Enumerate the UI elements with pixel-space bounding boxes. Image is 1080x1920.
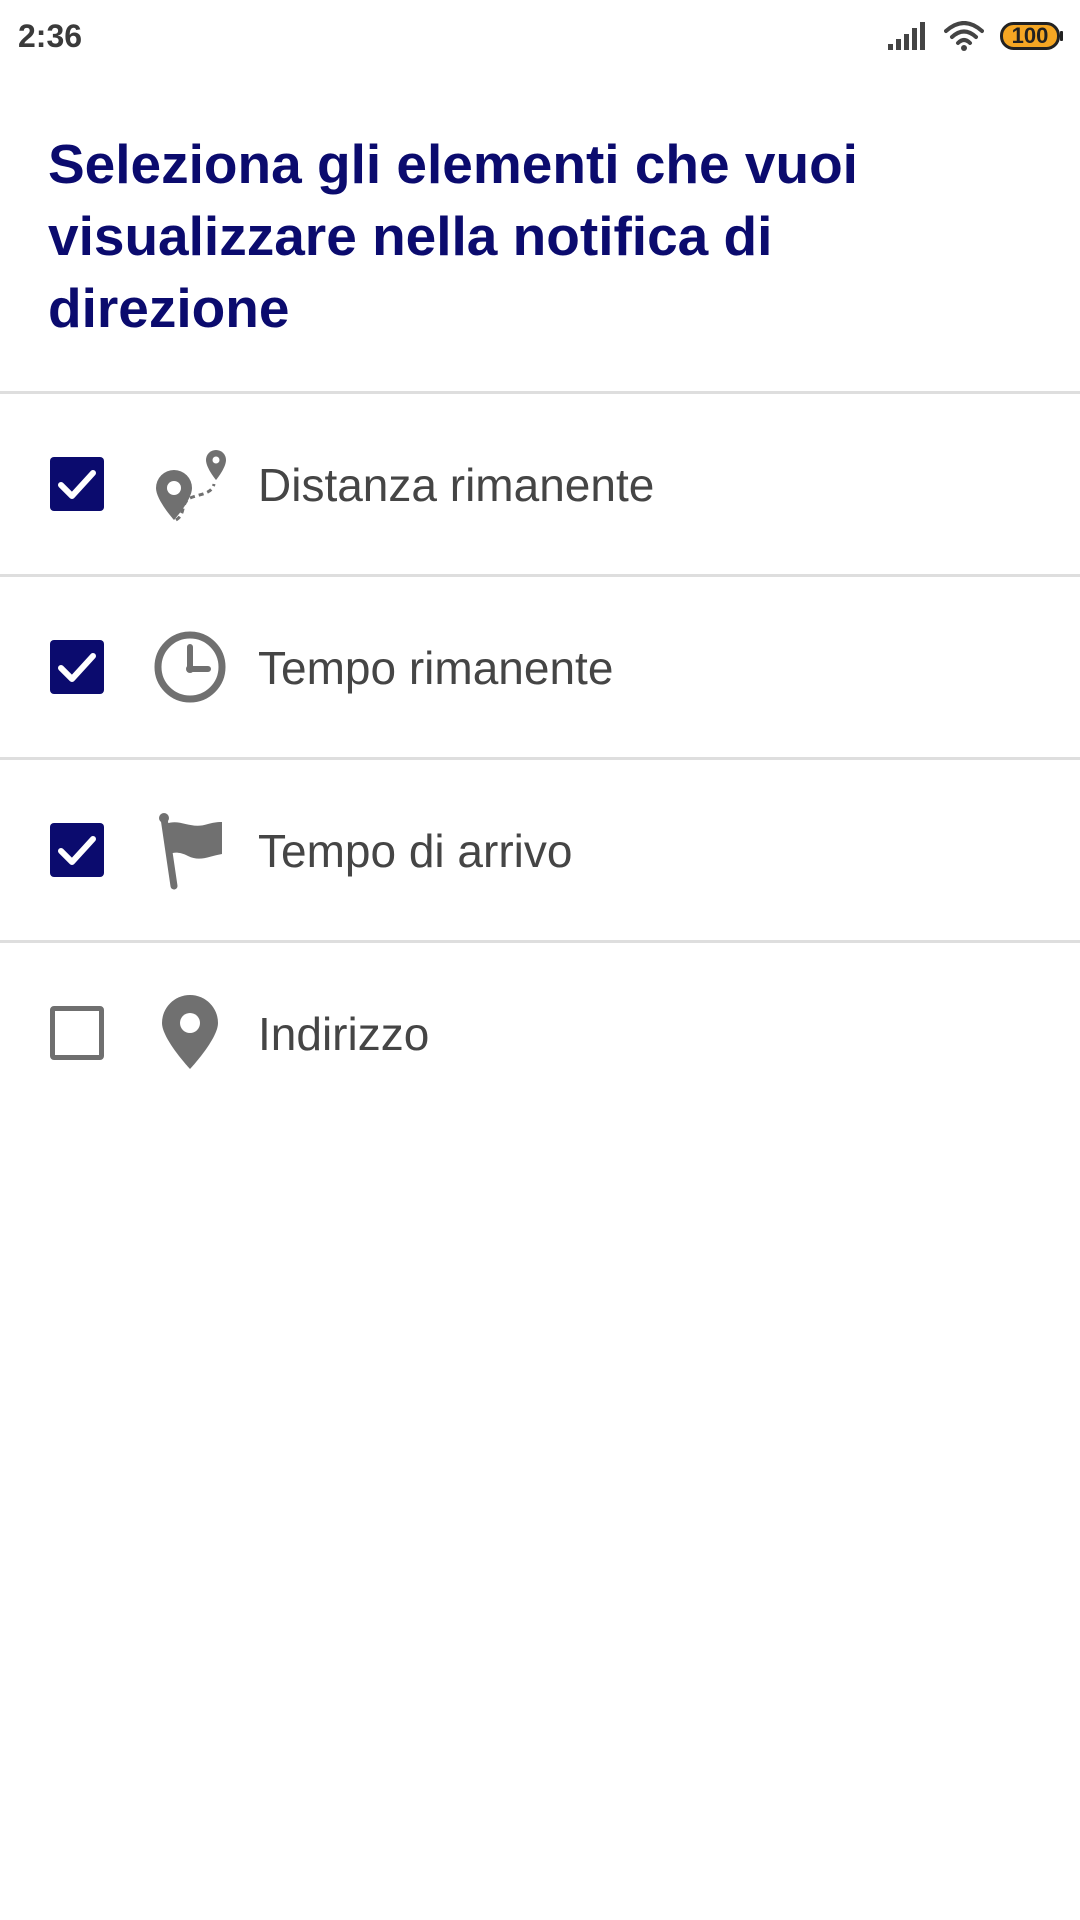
- status-time: 2:36: [18, 18, 83, 54]
- battery-icon: 100: [1000, 22, 1064, 50]
- route-icon: [156, 450, 226, 522]
- status-bar: 2:36 100: [0, 0, 1080, 74]
- option-indirizzo[interactable]: Indirizzo: [0, 943, 1080, 1123]
- clock-icon: [154, 631, 226, 703]
- checkbox-indirizzo[interactable]: [50, 1006, 104, 1060]
- flag-icon: [159, 813, 222, 890]
- status-icons: 100: [888, 20, 1064, 52]
- option-label: Tempo rimanente: [258, 642, 614, 694]
- option-label: Tempo di arrivo: [258, 825, 573, 877]
- option-label: Distanza rimanente: [258, 459, 655, 511]
- check-icon: [58, 653, 96, 682]
- check-icon: [58, 836, 96, 865]
- location-pin-icon: [162, 995, 218, 1069]
- check-icon: [58, 470, 96, 499]
- options-list: Distanza rimanente Tempo rimanente Tempo…: [0, 391, 1080, 1123]
- signal-icon: [888, 22, 925, 50]
- wifi-icon: [944, 21, 984, 51]
- page-title: Seleziona gli elementi che vuoi visualiz…: [48, 133, 858, 339]
- option-tempo-rimanente[interactable]: Tempo rimanente: [0, 577, 1080, 757]
- checkbox-tempo-rimanente[interactable]: [50, 640, 104, 694]
- option-distanza-rimanente[interactable]: Distanza rimanente: [0, 394, 1080, 574]
- battery-level: 100: [1011, 23, 1049, 48]
- checkbox-tempo-di-arrivo[interactable]: [50, 823, 104, 877]
- option-tempo-di-arrivo[interactable]: Tempo di arrivo: [0, 760, 1080, 940]
- option-label: Indirizzo: [258, 1008, 430, 1060]
- checkbox-distanza-rimanente[interactable]: [50, 457, 104, 511]
